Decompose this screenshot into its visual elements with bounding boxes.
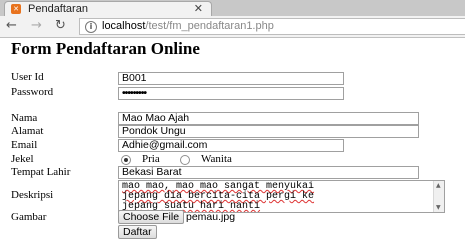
email-input[interactable]: Adhie@gmail.com xyxy=(118,139,344,152)
tempat-lahir-input[interactable]: Bekasi Barat xyxy=(118,166,419,179)
jekel-label: Jekel xyxy=(11,153,34,165)
xampp-icon: ✕ xyxy=(11,4,21,14)
radio-wanita[interactable] xyxy=(180,155,190,165)
alamat-label: Alamat xyxy=(11,125,44,137)
browser-toolbar: ← → ↻ i localhost/test/fm_pendaftaran1.p… xyxy=(0,16,465,38)
password-label: Password xyxy=(11,86,54,98)
gambar-label: Gambar xyxy=(11,211,47,223)
user-id-input[interactable]: B001 xyxy=(118,72,344,85)
url-host: localhost xyxy=(102,20,146,32)
user-id-label: User Id xyxy=(11,71,44,83)
radio-label-wanita: Wanita xyxy=(201,153,232,165)
tempat-lahir-label: Tempat Lahir xyxy=(11,166,71,178)
tab-strip: ✕ Pendaftaran ✕ xyxy=(0,0,465,16)
nama-input[interactable]: Mao Mao Ajah xyxy=(118,112,419,125)
scroll-down-icon[interactable]: ▼ xyxy=(436,204,441,211)
url-path: /test/fm_pendaftaran1.php xyxy=(145,20,274,32)
nama-label: Nama xyxy=(11,112,38,124)
tab-title: Pendaftaran xyxy=(28,3,88,15)
radio-pria[interactable] xyxy=(121,155,131,165)
deskripsi-label: Deskripsi xyxy=(11,189,54,201)
textarea-scrollbar[interactable]: ▲ ▼ xyxy=(433,181,444,212)
back-icon[interactable]: ← xyxy=(6,18,17,33)
choose-file-button[interactable]: Choose File xyxy=(118,210,185,224)
close-icon[interactable]: ✕ xyxy=(194,2,203,15)
password-input[interactable]: ••••••••• xyxy=(118,87,344,100)
reload-icon[interactable]: ↻ xyxy=(55,18,66,33)
daftar-button[interactable]: Daftar xyxy=(118,225,157,239)
page-title: Form Pendaftaran Online xyxy=(11,39,200,58)
scroll-up-icon[interactable]: ▲ xyxy=(436,182,441,189)
alamat-input[interactable]: Pondok Ungu xyxy=(118,125,419,138)
browser-tab[interactable]: ✕ Pendaftaran ✕ xyxy=(4,1,212,16)
forward-icon[interactable]: → xyxy=(31,18,42,33)
file-name: pemau.jpg xyxy=(186,211,236,223)
radio-label-pria: Pria xyxy=(142,153,160,165)
deskripsi-textarea[interactable]: mao mao, mao mao sangat menyukai jepang … xyxy=(118,180,445,213)
url-text: localhost/test/fm_pendaftaran1.php xyxy=(102,20,274,32)
email-label: Email xyxy=(11,139,38,151)
info-icon[interactable]: i xyxy=(85,21,97,33)
address-bar[interactable]: i localhost/test/fm_pendaftaran1.php xyxy=(79,18,465,35)
